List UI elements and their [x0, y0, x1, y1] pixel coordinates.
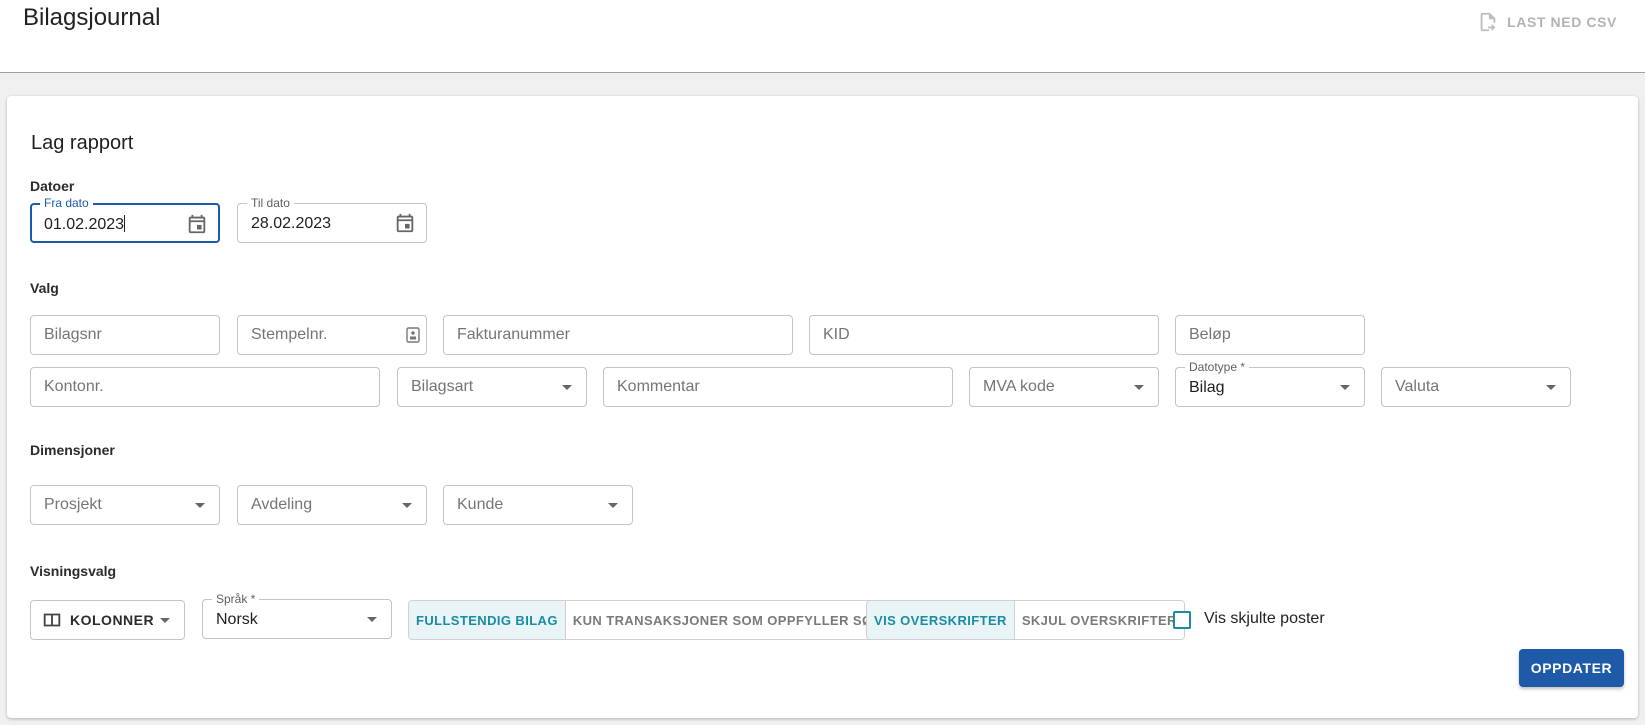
- chevron-down-icon: [608, 503, 618, 508]
- bilagsart-select[interactable]: Bilagsart: [397, 367, 587, 407]
- valuta-placeholder: Valuta: [1395, 378, 1440, 395]
- chevron-down-icon: [160, 618, 170, 623]
- kontonr-input[interactable]: Kontonr.: [30, 367, 380, 407]
- datotype-label: Datotype *: [1185, 361, 1250, 373]
- kommentar-placeholder: Kommentar: [617, 378, 700, 395]
- section-dimensions: Dimensjoner: [30, 442, 115, 458]
- columns-button[interactable]: KOLONNER: [30, 600, 185, 640]
- heading-toggle-group: VIS OVERSKRIFTER SKJUL OVERSKRIFTER: [866, 600, 1185, 640]
- mva-kode-select[interactable]: MVA kode: [969, 367, 1159, 407]
- report-card: Lag rapport Datoer Fra dato 01.02.2023 T…: [7, 96, 1638, 718]
- prosjekt-placeholder: Prosjekt: [44, 496, 102, 513]
- to-date-label: Til dato: [247, 197, 294, 209]
- top-bar: Bilagsjournal LAST NED CSV: [0, 0, 1645, 73]
- show-hidden-label[interactable]: Vis skjulte poster: [1204, 610, 1325, 628]
- bilagsart-placeholder: Bilagsart: [411, 378, 474, 395]
- bilagsnr-placeholder: Bilagsnr: [44, 326, 102, 343]
- avdeling-placeholder: Avdeling: [251, 496, 313, 513]
- kunde-placeholder: Kunde: [457, 496, 504, 513]
- card-title: Lag rapport: [31, 132, 134, 154]
- fakturanummer-input[interactable]: Fakturanummer: [443, 315, 793, 355]
- bilagsnr-input[interactable]: Bilagsnr: [30, 315, 220, 355]
- chevron-down-icon: [562, 385, 572, 390]
- chevron-down-icon: [1134, 385, 1144, 390]
- chevron-down-icon: [367, 617, 377, 622]
- chevron-down-icon: [195, 503, 205, 508]
- belop-input[interactable]: Beløp: [1175, 315, 1365, 355]
- to-date-field[interactable]: Til dato 28.02.2023: [237, 197, 427, 243]
- section-display: Visningsvalg: [30, 563, 117, 579]
- chevron-down-icon: [402, 503, 412, 508]
- fakturanummer-placeholder: Fakturanummer: [457, 326, 570, 343]
- language-value: Norsk: [216, 611, 258, 628]
- calendar-icon[interactable]: [394, 212, 416, 234]
- file-export-icon: [1480, 12, 1496, 32]
- hide-headings-toggle[interactable]: SKJUL OVERSKRIFTER: [1013, 601, 1184, 639]
- kontonr-placeholder: Kontonr.: [44, 378, 104, 395]
- from-date-field[interactable]: Fra dato 01.02.2023: [30, 197, 220, 243]
- kommentar-input[interactable]: Kommentar: [603, 367, 953, 407]
- stempelnr-placeholder: Stempelnr.: [251, 326, 328, 343]
- page-title: Bilagsjournal: [23, 4, 161, 31]
- to-date-value: 28.02.2023: [251, 215, 332, 232]
- kid-input[interactable]: KID: [809, 315, 1159, 355]
- chevron-down-icon: [1340, 385, 1350, 390]
- update-button[interactable]: OPPDATER: [1519, 649, 1624, 687]
- download-csv-label: LAST NED CSV: [1507, 14, 1617, 30]
- kid-placeholder: KID: [823, 326, 850, 343]
- chevron-down-icon: [1546, 385, 1556, 390]
- section-options: Valg: [30, 280, 59, 296]
- transactions-only-toggle[interactable]: KUN TRANSAKSJONER SOM OPPFYLLER SØK: [564, 601, 890, 639]
- download-csv-button[interactable]: LAST NED CSV: [1477, 9, 1617, 35]
- columns-label: KOLONNER: [70, 612, 155, 628]
- id-card-icon: [406, 327, 420, 343]
- from-date-label: Fra dato: [40, 197, 93, 209]
- belop-placeholder: Beløp: [1189, 326, 1231, 343]
- section-dates: Datoer: [30, 178, 75, 194]
- language-select[interactable]: Språk * Norsk: [202, 593, 392, 639]
- avdeling-select[interactable]: Avdeling: [237, 485, 427, 525]
- show-headings-toggle[interactable]: VIS OVERSKRIFTER: [867, 601, 1014, 639]
- calendar-icon[interactable]: [186, 213, 208, 235]
- full-bilag-toggle[interactable]: FULLSTENDIG BILAG: [409, 601, 565, 639]
- bilag-toggle-group: FULLSTENDIG BILAG KUN TRANSAKSJONER SOM …: [408, 600, 891, 640]
- show-hidden-checkbox[interactable]: [1173, 611, 1191, 629]
- from-date-value: 01.02.2023: [44, 215, 126, 233]
- prosjekt-select[interactable]: Prosjekt: [30, 485, 220, 525]
- columns-icon: [43, 613, 61, 627]
- mva-kode-placeholder: MVA kode: [983, 378, 1055, 395]
- valuta-select[interactable]: Valuta: [1381, 367, 1571, 407]
- datotype-select[interactable]: Datotype * Bilag: [1175, 361, 1365, 407]
- kunde-select[interactable]: Kunde: [443, 485, 633, 525]
- datotype-value: Bilag: [1189, 379, 1225, 396]
- language-label: Språk *: [212, 593, 260, 605]
- stempelnr-input[interactable]: Stempelnr.: [237, 315, 427, 355]
